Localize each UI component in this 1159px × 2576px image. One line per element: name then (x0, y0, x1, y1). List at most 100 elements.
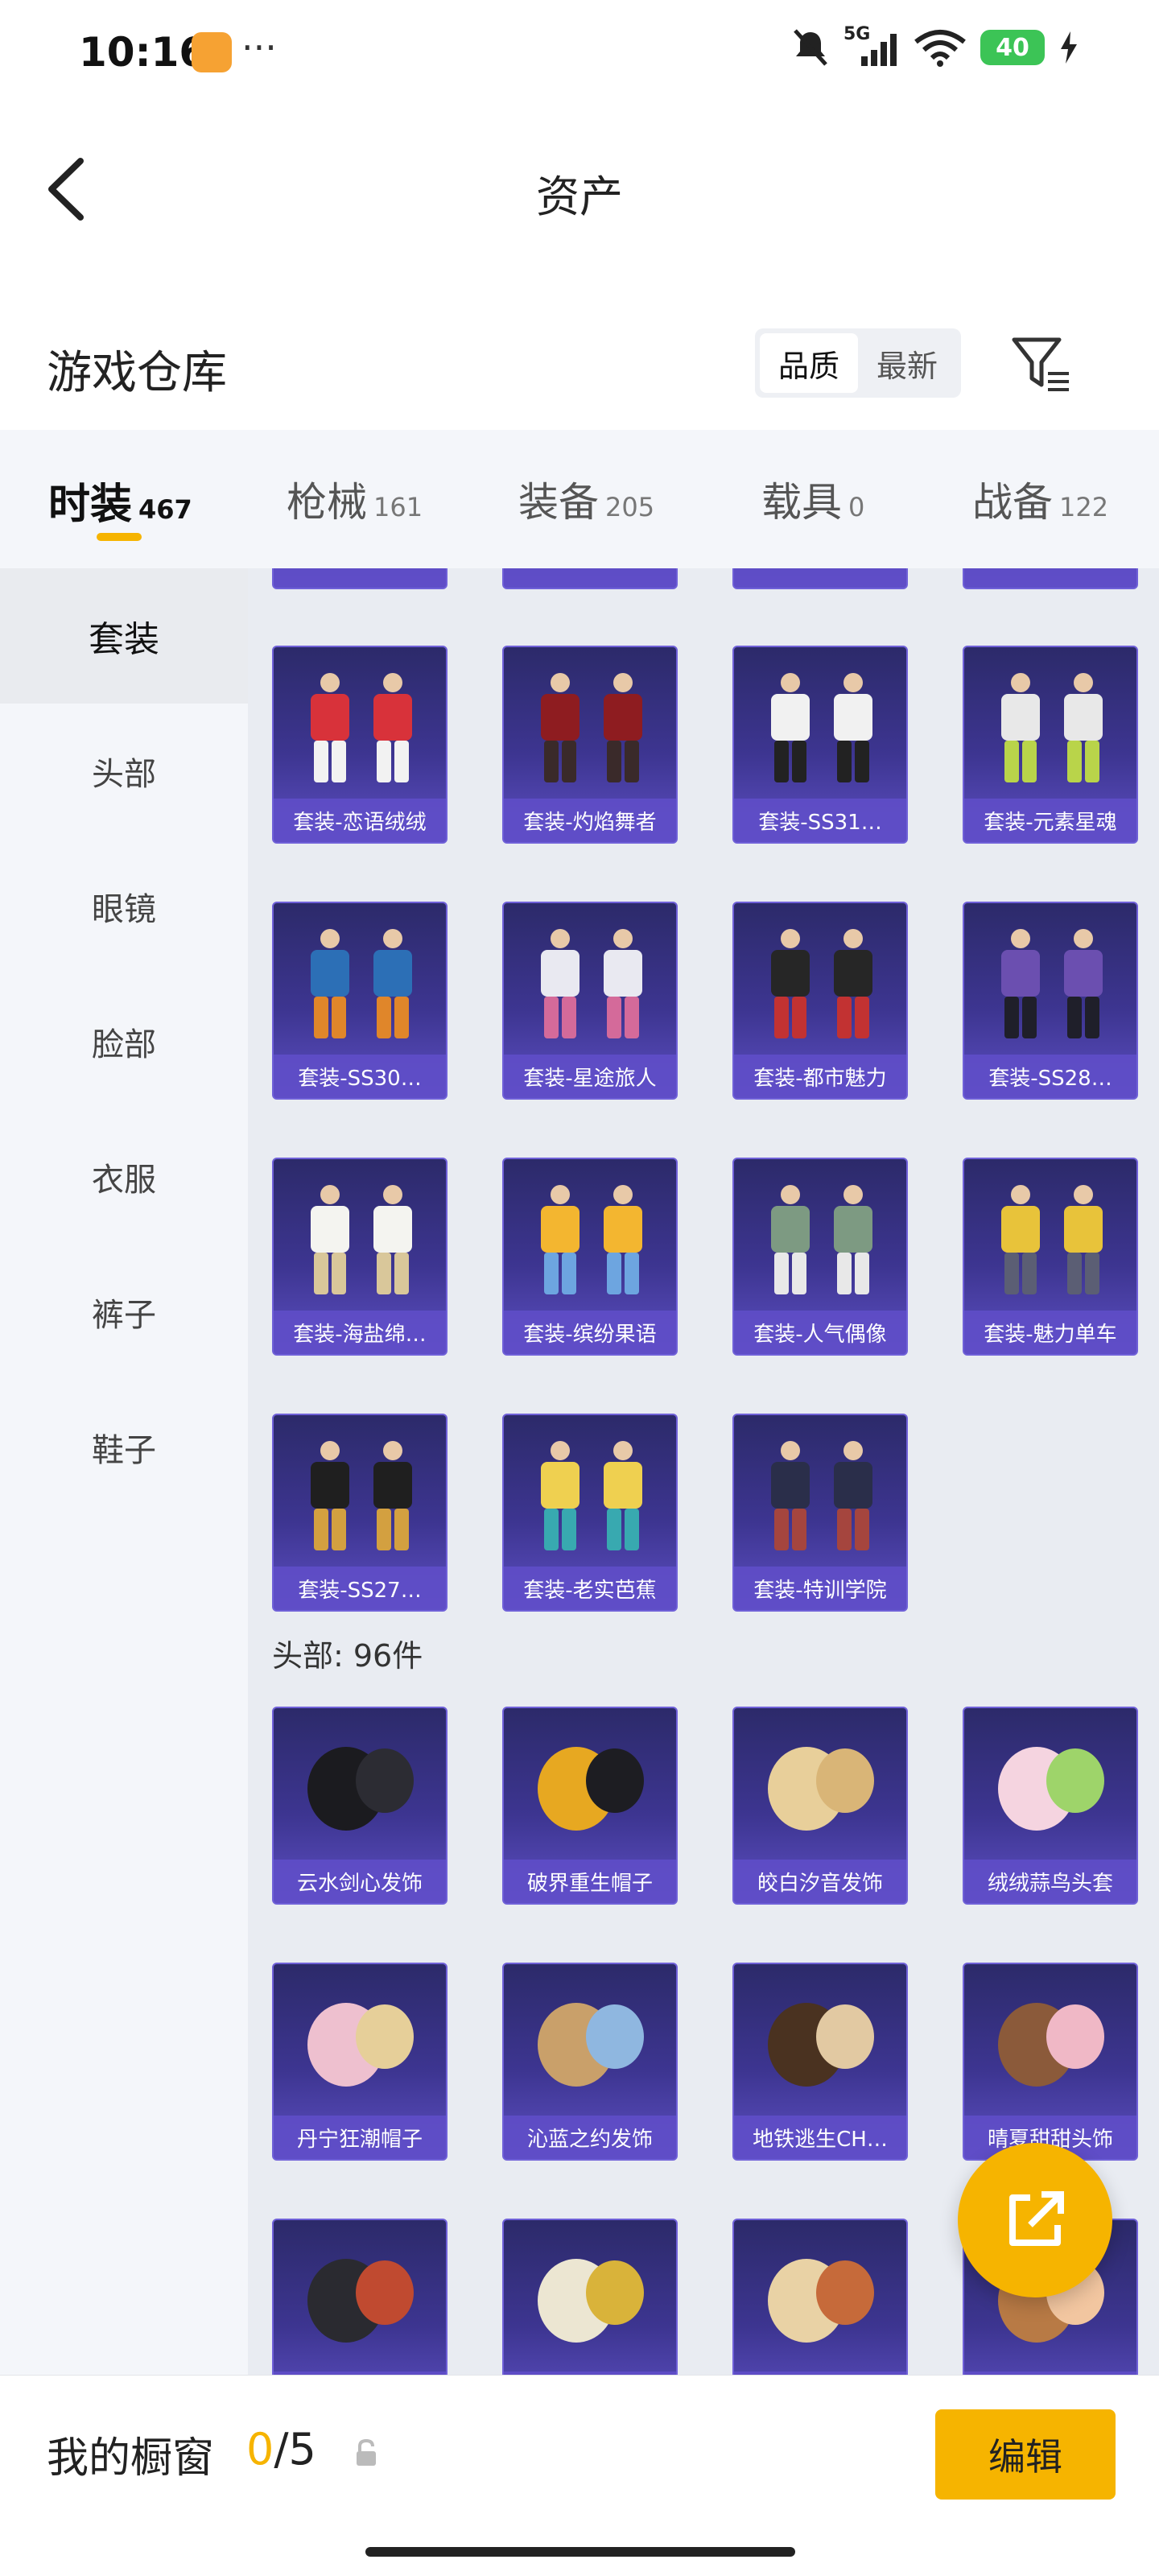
item-card[interactable]: 套装-缤纷果语 (502, 1158, 678, 1356)
item-card-label: 沁蓝之约发饰 (504, 2116, 676, 2159)
item-card[interactable] (502, 568, 678, 589)
dog-head-icon (538, 2259, 644, 2343)
outfit-banana-icon (541, 1441, 642, 1550)
sidebar-item-head[interactable]: 头部 (0, 704, 248, 839)
item-card-label (504, 568, 676, 588)
item-card-label: 套装-海盐绵… (274, 1311, 446, 1354)
sidebar-item-glasses[interactable]: 眼镜 (0, 839, 248, 974)
item-card[interactable]: 云水剑心发饰 (272, 1707, 448, 1905)
item-card[interactable]: 套装-SS30… (272, 902, 448, 1100)
item-card[interactable] (272, 568, 448, 589)
outfit-white-pink-icon (541, 929, 642, 1038)
hair-light-brown-icon (538, 2003, 644, 2087)
item-card[interactable]: 丹宁狂潮帽子 (272, 1963, 448, 2161)
hair-black-icon (307, 1747, 414, 1831)
sidebar-item-suits[interactable]: 套装 (0, 568, 248, 704)
outfit-white-dress-icon (311, 1185, 412, 1294)
showcase-current: 0 (246, 2424, 274, 2475)
tab-label: 战备 (972, 479, 1053, 526)
item-card-label (964, 568, 1136, 588)
outfit-blue-orange-icon (311, 929, 412, 1038)
item-card[interactable]: 套装-人气偶像 (732, 1158, 908, 1356)
item-card[interactable]: 套装-都市魅力 (732, 902, 908, 1100)
share-icon (1009, 2191, 1064, 2246)
outfit-dark-red-icon (541, 673, 642, 782)
sort-toggle: 品质 最新 (755, 328, 961, 398)
showcase-label: 我的橱窗 (47, 2434, 215, 2483)
item-card[interactable]: 套装-SS27… (272, 1414, 448, 1612)
outfit-white-black-icon (771, 673, 872, 782)
tab-count: 0 (848, 492, 865, 522)
tab-supplies[interactable]: 战备 122 (972, 470, 1108, 528)
charging-icon (1061, 31, 1077, 64)
edit-button[interactable]: 编辑 (935, 2409, 1116, 2500)
tab-label: 装备 (518, 479, 599, 526)
tab-guns[interactable]: 枪械 161 (287, 470, 423, 528)
item-card-label: 套装-缤纷果语 (504, 1311, 676, 1354)
item-card-label: 丹宁狂潮帽子 (274, 2116, 446, 2159)
outfit-red-white-icon (311, 673, 412, 782)
item-card[interactable]: 套装-SS28… (963, 902, 1138, 1100)
item-card[interactable] (963, 568, 1138, 589)
cap-yellow-icon (538, 1747, 644, 1831)
item-card-label: 套装-SS27… (274, 1567, 446, 1610)
tab-fashion[interactable]: 时装 467 (48, 470, 192, 530)
item-card[interactable]: 破界重生帽子 (502, 1707, 678, 1905)
item-card[interactable]: 套装-海盐绵… (272, 1158, 448, 1356)
item-card[interactable]: 沁蓝之约发饰 (502, 1963, 678, 2161)
share-button[interactable] (958, 2143, 1112, 2297)
item-card-label: 套装-恋语绒绒 (274, 799, 446, 842)
status-time: 10:16 (79, 29, 208, 76)
tab-equipment[interactable]: 装备 205 (518, 470, 654, 528)
item-card-label: 套装-SS30… (274, 1055, 446, 1098)
active-tab-indicator (97, 533, 142, 541)
item-card-label: 皎白汐音发饰 (734, 1860, 906, 1903)
sort-newest-button[interactable]: 最新 (858, 333, 956, 393)
title-bar: 资产 (0, 121, 1159, 258)
tab-vehicles[interactable]: 载具 0 (761, 470, 864, 528)
item-card[interactable]: 套装-魅力单车 (963, 1158, 1138, 1356)
category-tabs: 时装 467 枪械 161 装备 205 载具 0 战备 122 (0, 430, 1159, 568)
item-card[interactable]: 皎白汐音发饰 (732, 1707, 908, 1905)
item-card-label: 套装-特训学院 (734, 1567, 906, 1610)
status-bar: 10:16 ··· 5G 40 (0, 0, 1159, 105)
item-card-label (734, 568, 906, 588)
item-card[interactable]: 套装-SS31… (732, 646, 908, 844)
showcase-count: 0/5 (246, 2424, 316, 2475)
sort-quality-button[interactable]: 品质 (760, 333, 858, 393)
outfit-white-green-icon (1001, 673, 1103, 782)
helmet-dark-icon (307, 2259, 414, 2343)
sidebar-item-face[interactable]: 脸部 (0, 974, 248, 1109)
item-card-label: 套装-老实芭蕉 (504, 1567, 676, 1610)
item-card[interactable] (732, 568, 908, 589)
item-card[interactable]: 套装-灼焰舞者 (502, 646, 678, 844)
item-card[interactable]: 套装-恋语绒绒 (272, 646, 448, 844)
sidebar-item-pants[interactable]: 裤子 (0, 1245, 248, 1380)
hair-braid-icon (768, 2259, 874, 2343)
filter-icon[interactable] (1009, 332, 1074, 396)
mute-icon (794, 29, 827, 66)
item-card[interactable]: 晴夏甜甜头饰 (963, 1963, 1138, 2161)
item-card[interactable] (732, 2219, 908, 2375)
item-card[interactable] (272, 2219, 448, 2375)
page-title: 资产 (536, 171, 623, 222)
item-card[interactable]: 地铁逃生CH… (732, 1963, 908, 2161)
tab-label: 枪械 (287, 479, 367, 526)
sidebar-item-clothes[interactable]: 衣服 (0, 1109, 248, 1245)
outfit-yellow-shorts-icon (1001, 1185, 1103, 1294)
item-card[interactable]: 套装-特训学院 (732, 1414, 908, 1612)
item-card[interactable]: 套装-老实芭蕉 (502, 1414, 678, 1612)
item-card-label: 破界重生帽子 (504, 1860, 676, 1903)
item-card[interactable]: 绒绒蒜鸟头套 (963, 1707, 1138, 1905)
item-card-label (274, 568, 446, 588)
hat-brown-icon (768, 2003, 874, 2087)
item-card[interactable] (502, 2219, 678, 2375)
tab-count: 205 (605, 492, 655, 522)
cell-signal-icon: 5G (843, 24, 900, 68)
sidebar-item-shoes[interactable]: 鞋子 (0, 1380, 248, 1515)
item-card-label: 套装-人气偶像 (734, 1311, 906, 1354)
item-card[interactable]: 套装-星途旅人 (502, 902, 678, 1100)
item-card[interactable]: 套装-元素星魂 (963, 646, 1138, 844)
showcase-bar: 我的橱窗 0/5 编辑 (0, 2375, 1159, 2576)
subcategory-sidebar: 套装 头部 眼镜 脸部 衣服 裤子 鞋子 (0, 568, 248, 2375)
